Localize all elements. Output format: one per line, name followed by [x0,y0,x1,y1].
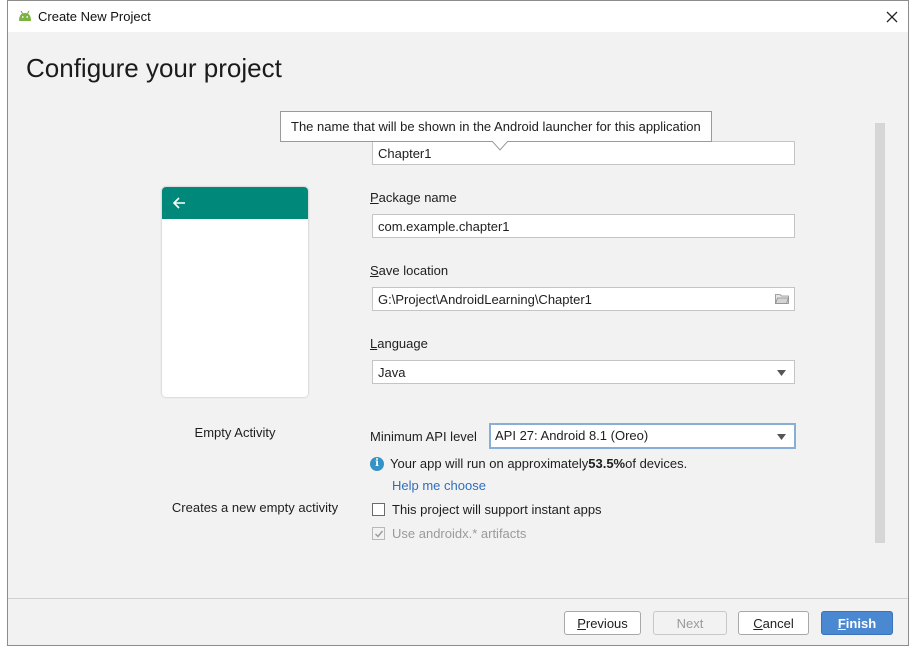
name-field[interactable]: Chapter1 [372,141,795,165]
chevron-down-icon [777,370,786,376]
min-api-value: API 27: Android 8.1 (Oreo) [495,428,649,443]
save-location-label: Save location [370,263,449,278]
window-title: Create New Project [38,9,151,24]
package-name-value: com.example.chapter1 [378,219,510,234]
scrollbar[interactable] [875,123,885,543]
template-description: Creates a new empty activity [171,500,339,515]
min-api-label: Minimum API level [370,429,477,444]
checkmark-icon [374,530,383,538]
page-title: Configure your project [26,53,282,83]
previous-button[interactable]: Previous [564,611,641,635]
androidx-option: Use androidx.* artifacts [372,526,526,541]
close-icon [886,11,898,22]
footer-divider [8,598,908,599]
tooltip-pointer [492,141,508,151]
name-field-value: Chapter1 [378,146,432,161]
title-bar: Create New Project [8,1,908,32]
save-location-value: G:\Project\AndroidLearning\Chapter1 [378,292,592,307]
folder-icon[interactable] [775,293,789,304]
language-select[interactable]: Java [372,360,795,384]
tooltip: The name that will be shown in the Andro… [280,111,712,142]
help-me-choose-link[interactable]: Help me choose [392,478,486,493]
info-icon: i [370,456,384,471]
android-studio-icon [19,10,31,21]
finish-button[interactable]: Finish [821,611,893,635]
chevron-down-icon [777,434,786,440]
next-button: Next [653,611,727,635]
instant-apps-option[interactable]: This project will support instant apps [372,502,602,517]
device-coverage-info: i Your app will run on approximately 53.… [370,456,687,471]
language-label: Language [370,336,428,351]
androidx-label: Use androidx.* artifacts [392,526,527,541]
save-location-field[interactable]: G:\Project\AndroidLearning\Chapter1 [372,287,795,311]
coverage-percent: 53.5% [588,456,626,471]
androidx-checkbox [372,527,385,540]
preview-toolbar [162,187,308,219]
back-arrow-icon [172,197,185,209]
package-name-field[interactable]: com.example.chapter1 [372,214,795,238]
instant-apps-checkbox[interactable] [372,503,385,516]
cancel-button[interactable]: Cancel [738,611,809,635]
package-name-label: Package name [370,190,457,205]
language-value: Java [378,365,406,380]
activity-preview [162,187,308,397]
instant-apps-label: This project will support instant apps [392,502,602,517]
close-button[interactable] [876,1,908,32]
create-project-dialog: Create New Project Configure your projec… [7,0,909,646]
min-api-select[interactable]: API 27: Android 8.1 (Oreo) [489,423,796,449]
template-name: Empty Activity [194,425,276,440]
